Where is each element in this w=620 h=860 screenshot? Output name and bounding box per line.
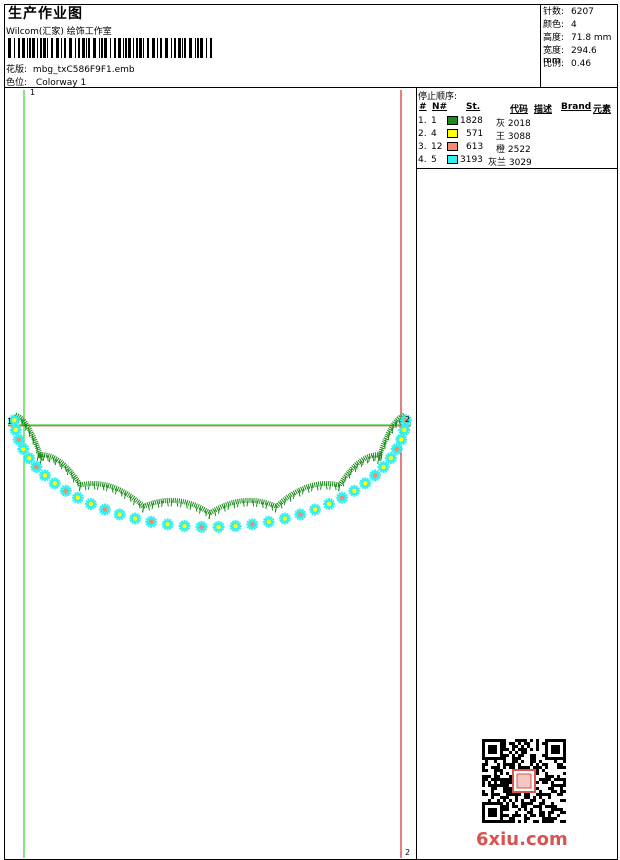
flower-motif <box>145 515 158 528</box>
axis-label-mid-left: 1 <box>7 417 13 426</box>
flower-motif <box>195 520 208 533</box>
watermark-text: 6xiu.com <box>476 829 568 850</box>
flower-motif <box>48 477 61 490</box>
flower-motif <box>262 515 275 528</box>
flower-motif <box>98 503 111 516</box>
flower-motif <box>38 469 51 482</box>
flower-motif <box>178 520 191 533</box>
flower-motif <box>71 491 84 504</box>
flower-motif <box>59 484 72 497</box>
flower-motif <box>161 518 174 531</box>
flower-motif <box>113 508 126 521</box>
flower-motif <box>323 497 336 510</box>
flower-motif <box>212 520 225 533</box>
flower-motif <box>278 512 291 525</box>
flower-motif <box>359 477 372 490</box>
axis-label-mid-right: 2 <box>405 415 411 424</box>
axis-label-top-left: 1 <box>30 88 36 97</box>
flower-motif <box>84 497 97 510</box>
flower-motif <box>369 469 382 482</box>
embroidery-design <box>8 412 412 533</box>
axis-label-bottom-right: 2 <box>405 848 411 857</box>
embroidery-canvas <box>8 90 412 858</box>
flower-motif <box>246 518 259 531</box>
flower-motif <box>309 503 322 516</box>
flower-motif <box>294 508 307 521</box>
flower-motif <box>348 484 361 497</box>
flower-motif <box>129 512 142 525</box>
flower-motif <box>229 520 242 533</box>
flower-motif <box>336 491 349 504</box>
qr-code <box>482 739 566 823</box>
